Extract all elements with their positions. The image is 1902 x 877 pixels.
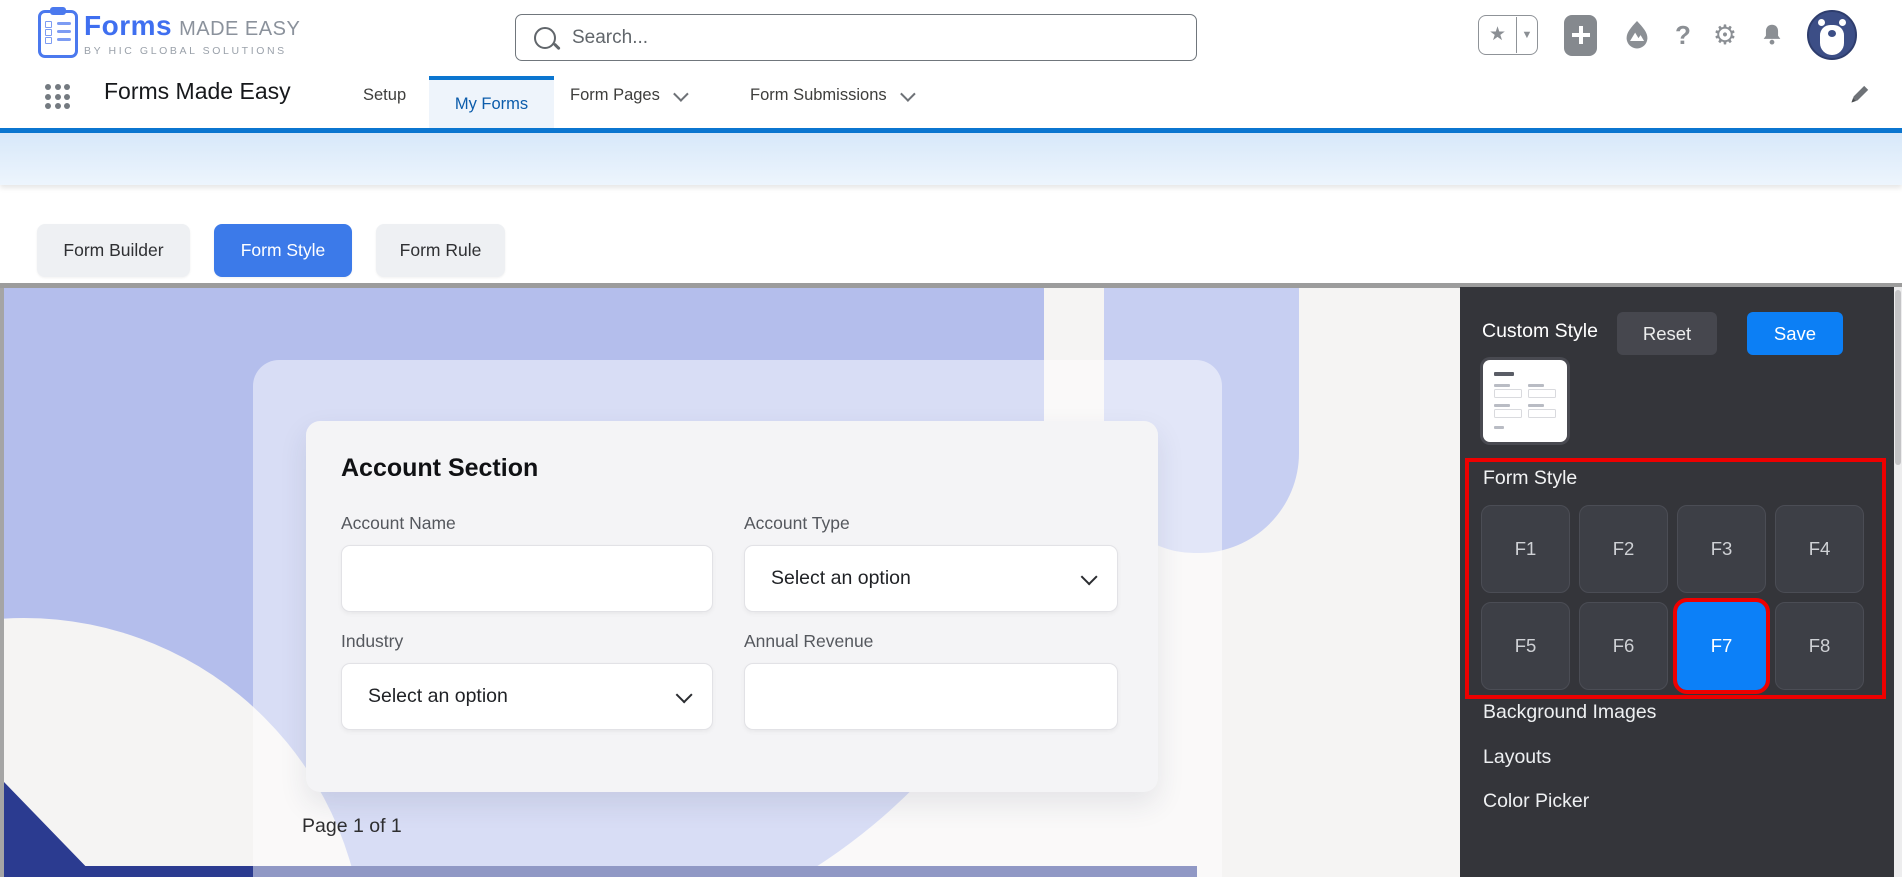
industry-select[interactable]: Select an option <box>341 663 713 730</box>
nav-tab-my-forms[interactable]: My Forms <box>429 76 554 128</box>
favorites-button[interactable]: ★ ▼ <box>1478 15 1538 55</box>
style-option-f1[interactable]: F1 <box>1481 505 1570 593</box>
field-label-account-name: Account Name <box>341 513 456 533</box>
chevron-down-icon <box>675 685 693 703</box>
app-logo: Forms MADE EASY BY HIC GLOBAL SOLUTIONS <box>84 12 300 57</box>
account-name-input[interactable] <box>341 545 713 612</box>
custom-style-panel: Custom Style Reset Save Form Style F1 F2… <box>1460 287 1902 877</box>
chevron-down-icon <box>899 85 916 102</box>
style-option-f3[interactable]: F3 <box>1677 505 1766 593</box>
nav-tab-setup[interactable]: Setup <box>363 62 406 128</box>
account-type-select[interactable]: Select an option <box>744 545 1118 612</box>
panel-link-color-picker[interactable]: Color Picker <box>1483 790 1589 813</box>
notifications-bell-icon[interactable] <box>1759 21 1785 49</box>
tab-form-style[interactable]: Form Style <box>214 224 352 277</box>
annual-revenue-input[interactable] <box>744 663 1118 730</box>
panel-link-layouts[interactable]: Layouts <box>1483 746 1551 769</box>
caret-down-icon: ▼ <box>1521 29 1533 41</box>
star-icon: ★ <box>1479 17 1517 53</box>
logo-secondary-text: MADE EASY <box>179 18 301 40</box>
quick-add-icon[interactable] <box>1564 14 1597 56</box>
save-button[interactable]: Save <box>1747 312 1843 355</box>
app-navbar: Forms Made Easy Setup My Forms Form Page… <box>0 62 1902 128</box>
style-option-f7-selected[interactable]: F7 <box>1673 598 1770 694</box>
tab-label: Form Rule <box>399 240 482 260</box>
field-label-industry: Industry <box>341 631 404 651</box>
help-icon[interactable]: ? <box>1675 20 1691 51</box>
field-label-annual-revenue: Annual Revenue <box>744 631 874 651</box>
app-window: Forms MADE EASY BY HIC GLOBAL SOLUTIONS … <box>0 0 1902 877</box>
style-option-f6[interactable]: F6 <box>1579 602 1668 690</box>
tab-form-builder[interactable]: Form Builder <box>37 224 190 277</box>
setup-gear-icon[interactable]: ⚙ <box>1713 20 1737 51</box>
style-thumbnail[interactable] <box>1483 360 1567 442</box>
app-name: Forms Made Easy <box>104 78 291 104</box>
style-option-f4[interactable]: F4 <box>1775 505 1864 593</box>
button-label: Save <box>1773 322 1817 344</box>
nav-tab-label: Setup <box>363 85 407 104</box>
style-option-f5[interactable]: F5 <box>1481 602 1570 690</box>
nav-tab-form-submissions[interactable]: Form Submissions <box>750 62 916 128</box>
panel-title: Custom Style <box>1482 320 1598 342</box>
app-launcher-icon[interactable] <box>45 84 70 109</box>
tab-label: Form Style <box>240 240 326 260</box>
nav-tab-form-pages[interactable]: Form Pages <box>570 62 689 128</box>
trailhead-icon[interactable] <box>1621 18 1653 52</box>
account-name-text-input[interactable] <box>342 546 712 611</box>
style-option-f2[interactable]: F2 <box>1579 505 1668 593</box>
scrollbar-thumb[interactable] <box>1895 290 1901 465</box>
form-style-grid: F1 F2 F3 F4 F5 F6 F7 F8 <box>1481 505 1864 694</box>
header-actions: ★ ▼ ? ⚙ <box>1478 10 1858 60</box>
form-style-section-label: Form Style <box>1483 467 1578 489</box>
annual-revenue-text-input[interactable] <box>745 664 1117 729</box>
button-label: Reset <box>1642 322 1692 344</box>
logo-primary-text: Forms <box>84 10 173 41</box>
field-label-account-type: Account Type <box>744 513 850 533</box>
chevron-down-icon <box>1080 567 1098 585</box>
global-search[interactable] <box>515 14 1197 61</box>
nav-tab-label: Form Submissions <box>750 85 887 104</box>
app-logo-icon <box>38 7 78 58</box>
form-preview-canvas: Account Section Account Name Account Typ… <box>4 288 1460 877</box>
reset-button[interactable]: Reset <box>1617 312 1717 355</box>
chevron-down-icon <box>673 85 689 102</box>
logo-tagline: BY HIC GLOBAL SOLUTIONS <box>84 45 287 57</box>
user-avatar[interactable] <box>1807 10 1858 60</box>
tab-label: Form Builder <box>63 240 164 260</box>
tab-form-rule[interactable]: Form Rule <box>376 224 505 277</box>
page-indicator: Page 1 of 1 <box>302 815 402 837</box>
search-input[interactable] <box>570 25 1134 50</box>
global-header: Forms MADE EASY BY HIC GLOBAL SOLUTIONS … <box>0 0 1902 62</box>
panel-link-background-images[interactable]: Background Images <box>1483 701 1656 724</box>
edit-pencil-icon[interactable] <box>1848 82 1872 111</box>
select-value: Select an option <box>368 685 508 707</box>
page-header-band <box>0 133 1902 185</box>
style-option-f8[interactable]: F8 <box>1775 602 1864 690</box>
section-title: Account Section <box>341 454 539 482</box>
search-icon <box>534 26 556 49</box>
form-card: Account Section Account Name Account Typ… <box>306 421 1158 792</box>
nav-tab-label: My Forms <box>454 94 529 113</box>
nav-tab-label: Form Pages <box>570 85 660 104</box>
select-value: Select an option <box>771 567 911 589</box>
panel-scrollbar[interactable] <box>1894 287 1902 877</box>
